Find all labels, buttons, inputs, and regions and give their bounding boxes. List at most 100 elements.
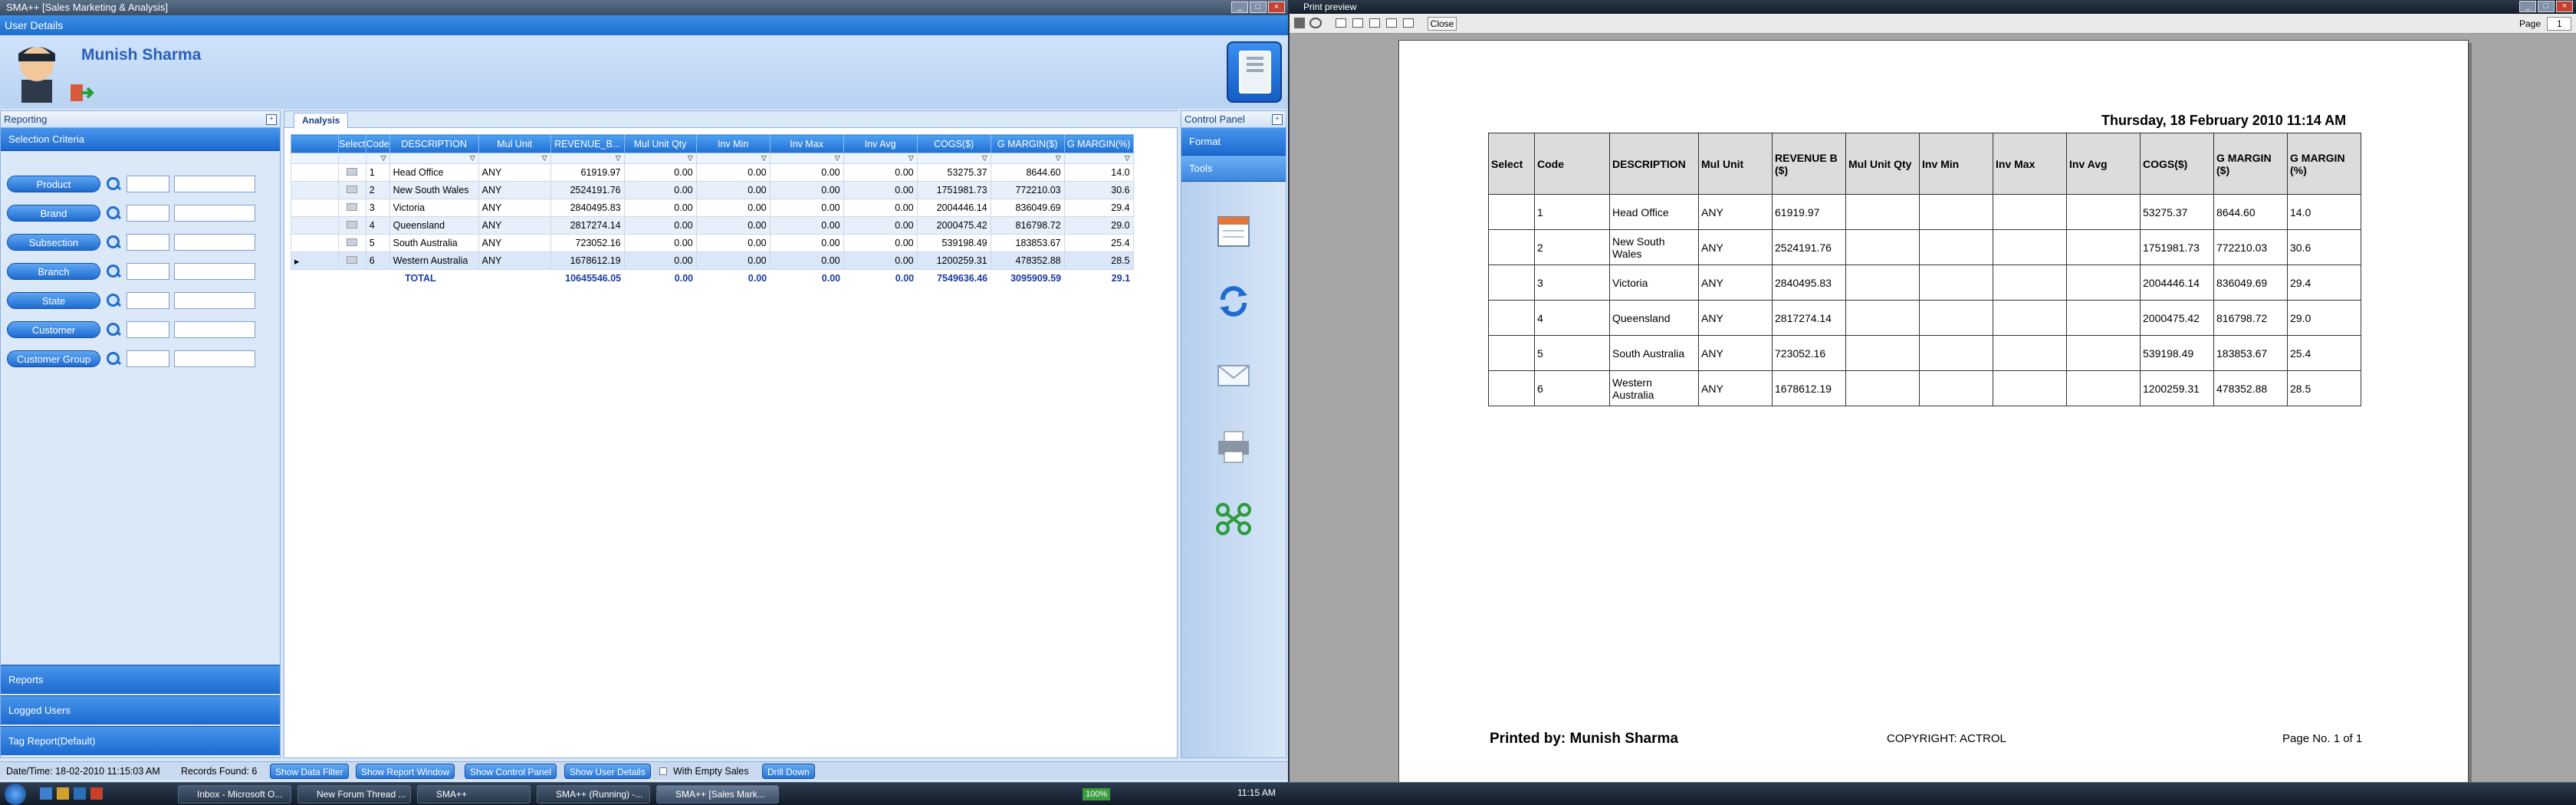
grid-header-0[interactable]: Select — [338, 134, 366, 153]
filter-cell[interactable]: ▽ — [916, 153, 991, 164]
table-row[interactable]: 1 Head Office ANY 61919.97 0.00 0.00 0.00 0.00 5… — [291, 163, 1134, 182]
criteria-product-code-input[interactable] — [127, 176, 169, 192]
ie-icon[interactable] — [40, 787, 52, 800]
tools-section[interactable]: Tools — [1181, 156, 1286, 182]
search-icon[interactable] — [105, 292, 122, 309]
row-select-checkbox[interactable] — [338, 234, 366, 252]
search-icon[interactable] — [105, 234, 122, 251]
printer-icon[interactable] — [1212, 427, 1255, 467]
filter-cell[interactable]: ▽ — [843, 153, 918, 164]
save-button[interactable] — [1227, 41, 1282, 103]
filter-cell[interactable]: ▽ — [769, 153, 844, 164]
criteria-brand-button[interactable]: Brand — [7, 205, 100, 222]
start-button[interactable] — [5, 784, 26, 805]
filter-cell[interactable] — [338, 153, 366, 164]
selection-criteria-header[interactable]: Selection Criteria — [1, 128, 280, 151]
two-pages-icon[interactable] — [1352, 18, 1363, 28]
criteria-state-code-input[interactable] — [127, 292, 169, 309]
filter-cell[interactable]: ▽ — [478, 153, 551, 164]
row-select-checkbox[interactable] — [338, 163, 366, 182]
filter-cell[interactable]: ▽ — [365, 153, 390, 164]
zoom-icon[interactable] — [1309, 18, 1322, 28]
filter-cell[interactable]: ▽ — [550, 153, 625, 164]
one-page-icon[interactable] — [1336, 18, 1346, 28]
table-row[interactable]: 5 South Australia ANY 723052.16 0.00 0.00 0.00… — [291, 234, 1134, 252]
criteria-customer-desc-input[interactable] — [174, 321, 255, 338]
maximize-button[interactable]: □ — [1250, 2, 1267, 13]
drill-down-button[interactable]: Drill Down — [762, 764, 815, 779]
show-report-window-button[interactable]: Show Report Window — [356, 764, 455, 779]
search-icon[interactable] — [105, 205, 122, 222]
grid-header-8[interactable]: Inv Avg — [843, 134, 918, 153]
search-icon[interactable] — [105, 321, 122, 338]
criteria-customer-group-button[interactable]: Customer Group — [7, 350, 100, 367]
email-icon[interactable] — [1212, 355, 1255, 395]
taskbar-item-forum[interactable]: New Forum Thread ... — [297, 785, 411, 803]
logged-users-section[interactable]: Logged Users — [1, 695, 280, 724]
grid-header-9[interactable]: COGS($) — [916, 134, 991, 153]
criteria-brand-desc-input[interactable] — [174, 205, 255, 222]
grid-header-7[interactable]: Inv Max — [769, 134, 844, 153]
filter-cell[interactable]: ▽ — [990, 153, 1065, 164]
grid-header-2[interactable]: DESCRIPTION — [389, 134, 479, 153]
taskbar-item-sma-running[interactable]: SMA++ (Running) -... — [537, 785, 650, 803]
search-icon[interactable] — [105, 176, 122, 192]
show-data-filter-button[interactable]: Show Data Filter — [270, 764, 349, 779]
criteria-customer-group-desc-input[interactable] — [174, 350, 255, 367]
refresh-icon[interactable] — [1212, 281, 1255, 321]
criteria-subsection-button[interactable]: Subsection — [7, 234, 100, 251]
folder-icon[interactable] — [57, 787, 69, 800]
table-row[interactable]: ▸ 6 Western Australia ANY 1678612.19 0.00 0.00… — [291, 251, 1134, 270]
row-select-checkbox[interactable] — [338, 199, 366, 217]
user-switch-icon[interactable] — [69, 81, 95, 104]
criteria-state-button[interactable]: State — [7, 292, 100, 309]
criteria-brand-code-input[interactable] — [127, 205, 169, 222]
table-row[interactable]: 3 Victoria ANY 2840495.83 0.00 0.00 0.00 0.00 20… — [291, 199, 1134, 217]
search-icon[interactable] — [105, 263, 122, 280]
search-icon[interactable] — [105, 350, 122, 367]
row-select-checkbox[interactable] — [338, 216, 366, 235]
pin-icon[interactable]: + — [266, 114, 277, 125]
grid-header-3[interactable]: Mul Unit — [478, 134, 551, 153]
row-select-checkbox[interactable] — [338, 251, 366, 270]
minimize-button[interactable]: _ — [1231, 2, 1248, 13]
criteria-subsection-code-input[interactable] — [127, 234, 169, 251]
table-row[interactable]: 4 Queensland ANY 2817274.14 0.00 0.00 0.00 0.00… — [291, 216, 1134, 235]
four-pages-icon[interactable] — [1386, 18, 1397, 28]
outlook-icon[interactable] — [74, 787, 86, 800]
grid-header-6[interactable]: Inv Min — [695, 134, 770, 153]
print-icon[interactable] — [1294, 18, 1305, 28]
row-select-checkbox[interactable] — [338, 181, 366, 199]
close-window-button[interactable]: × — [2556, 1, 2573, 12]
criteria-branch-code-input[interactable] — [127, 263, 169, 280]
reports-section[interactable]: Reports — [1, 665, 280, 694]
taskbar-item-sma-active[interactable]: SMA++ [Sales Mark... — [656, 785, 779, 803]
filter-cell[interactable] — [291, 153, 339, 164]
user-details-header[interactable]: User Details — [0, 15, 1288, 35]
minimize-button[interactable]: _ — [2519, 1, 2536, 12]
grid-header-5[interactable]: Mul Unit Qty — [623, 134, 697, 153]
grid-header-10[interactable]: G MARGIN($) — [990, 134, 1065, 153]
six-pages-icon[interactable] — [1403, 18, 1414, 28]
criteria-state-desc-input[interactable] — [174, 292, 255, 309]
grid-header-11[interactable]: G MARGIN(%) — [1063, 134, 1134, 153]
page-number-input[interactable]: 1 — [2547, 17, 2571, 31]
maximize-button[interactable]: □ — [2538, 1, 2555, 12]
show-control-panel-button[interactable]: Show Control Panel — [465, 764, 557, 779]
filter-cell[interactable]: ▽ — [695, 153, 770, 164]
preview-close-button[interactable]: Close — [1428, 17, 1457, 31]
criteria-customer-group-code-input[interactable] — [127, 350, 169, 367]
three-pages-icon[interactable] — [1369, 18, 1380, 28]
filter-cell[interactable]: ▽ — [623, 153, 697, 164]
filter-cell[interactable]: ▽ — [389, 153, 479, 164]
grid-header-1[interactable]: Code — [365, 134, 390, 153]
calendar-icon[interactable] — [1212, 211, 1255, 251]
filter-cell[interactable]: ▽ — [1063, 153, 1134, 164]
criteria-customer-code-input[interactable] — [127, 321, 169, 338]
with-empty-sales-checkbox[interactable] — [659, 767, 667, 775]
table-row[interactable]: 2 New South Wales ANY 2524191.76 0.00 0.00 0.0… — [291, 181, 1134, 199]
criteria-subsection-desc-input[interactable] — [174, 234, 255, 251]
app-icon[interactable] — [90, 787, 103, 800]
criteria-product-button[interactable]: Product — [7, 176, 100, 192]
taskbar-item-sma[interactable]: SMA++ — [417, 785, 531, 803]
